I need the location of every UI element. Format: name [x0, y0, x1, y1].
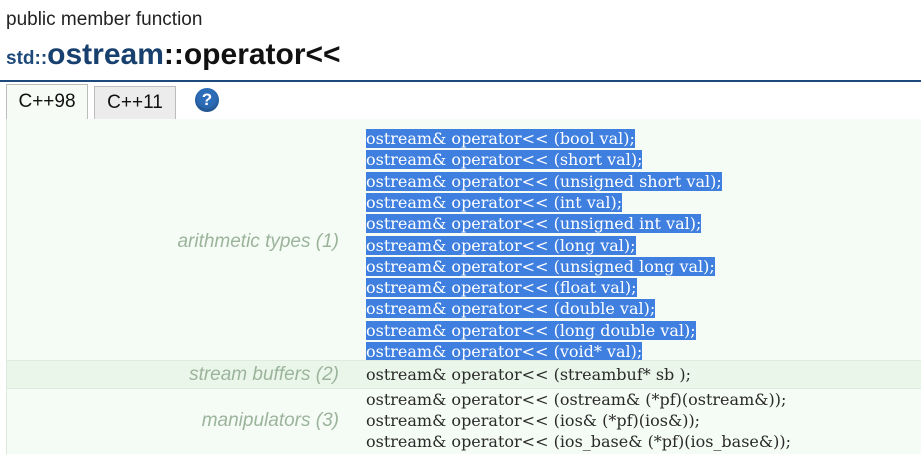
- selected-code-text: ostream& operator<< (int val);: [366, 192, 623, 212]
- selected-code-text: ostream& operator<< (long double val);: [366, 320, 696, 340]
- code-line: ostream& operator<< (streambuf* sb );: [366, 365, 692, 384]
- code-line: ostream& operator<< (ios& (*pf)(ios&));: [366, 411, 701, 430]
- selected-code-text: ostream& operator<< (float val);: [366, 278, 637, 298]
- code-line: ostream& operator<< (double val);: [366, 298, 656, 319]
- code-line: ostream& operator<< (long val);: [366, 235, 636, 256]
- function-name-label: ::operator<<: [163, 38, 341, 71]
- version-tabs: C++98 C++11 ?: [6, 84, 921, 120]
- code-line: ostream& operator<< (long double val);: [366, 320, 696, 341]
- category-arithmetic-types: arithmetic types (1): [177, 231, 339, 252]
- namespace-label: std::: [6, 48, 48, 69]
- category-stream-buffers: stream buffers (2): [189, 364, 339, 385]
- code-line: ostream& operator<< (ios_base& (*pf)(ios…: [366, 432, 791, 451]
- code-line: ostream& operator<< (short val);: [366, 149, 643, 170]
- code-line: ostream& operator<< (unsigned long val);: [366, 256, 715, 277]
- category-manipulators: manipulators (3): [201, 410, 339, 431]
- class-name-label: ostream: [47, 38, 164, 71]
- syntax-panel: arithmetic types (1) ostream& operator<<…: [6, 119, 921, 454]
- page-title: std::ostream::operator<<: [6, 38, 341, 72]
- title-divider: [0, 80, 921, 82]
- selected-code-text: ostream& operator<< (void* val);: [366, 342, 643, 361]
- code-line: ostream& operator<< (void* val);: [366, 341, 643, 362]
- tab-cpp98[interactable]: C++98: [6, 84, 88, 120]
- selected-code-text: ostream& operator<< (unsigned long val);: [366, 256, 715, 276]
- code-line: ostream& operator<< (int val);: [366, 192, 623, 213]
- help-icon[interactable]: ?: [195, 88, 219, 112]
- code-line: ostream& operator<< (ostream& (*pf)(ostr…: [366, 390, 787, 409]
- code-line: ostream& operator<< (bool val);: [366, 128, 635, 149]
- selected-code-text: ostream& operator<< (long val);: [366, 235, 636, 255]
- code-line: ostream& operator<< (float val);: [366, 277, 637, 298]
- selected-code-text: ostream& operator<< (bool val);: [366, 129, 635, 148]
- member-kind-label: public member function: [6, 9, 203, 30]
- selected-code-text: ostream& operator<< (short val);: [366, 150, 643, 170]
- code-line: ostream& operator<< (unsigned int val);: [366, 213, 702, 234]
- code-line: ostream& operator<< (unsigned short val)…: [366, 171, 722, 192]
- tab-cpp11[interactable]: C++11: [94, 86, 176, 120]
- selected-code-text: ostream& operator<< (double val);: [366, 299, 656, 319]
- selected-code-text: ostream& operator<< (unsigned int val);: [366, 214, 702, 234]
- selected-code-text: ostream& operator<< (unsigned short val)…: [366, 171, 722, 191]
